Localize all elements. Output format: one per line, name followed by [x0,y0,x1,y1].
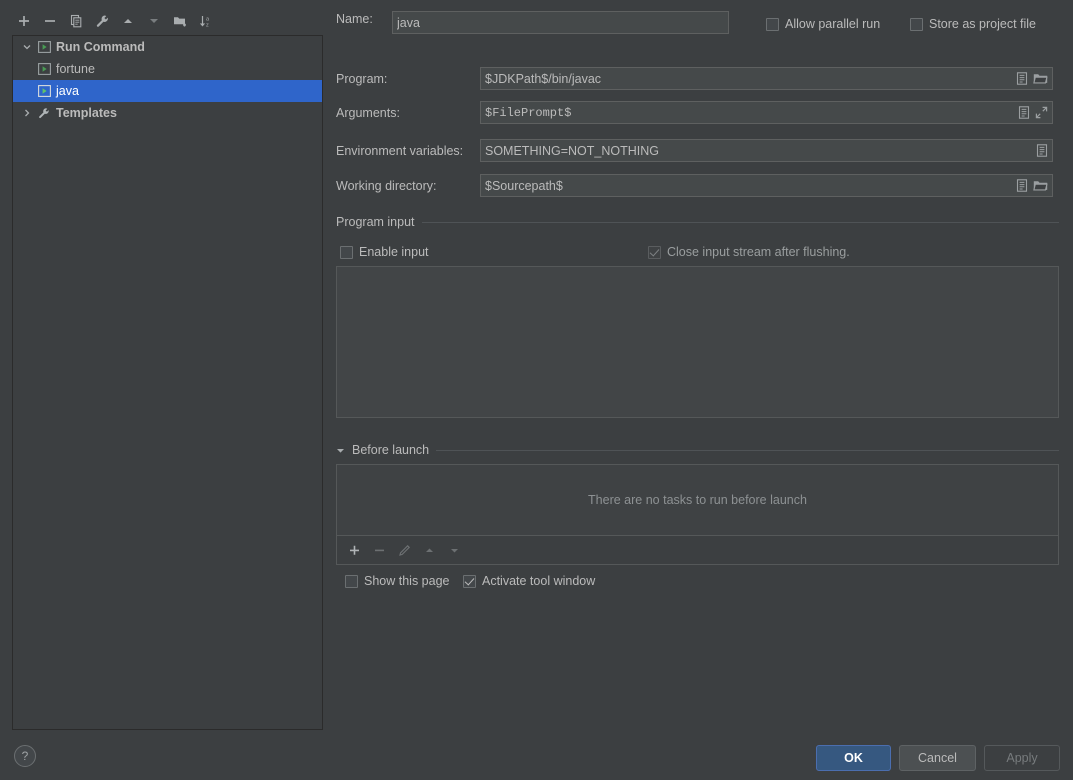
program-input-textarea[interactable] [336,266,1059,418]
program-input-group-title: Program input [336,215,415,229]
environment-variables-input[interactable]: SOMETHING=NOT_NOTHING [480,139,1053,162]
name-input-value: java [397,15,420,30]
sort-alphabetically-icon[interactable]: a z [194,9,218,33]
arguments-label: Arguments: [336,106,400,120]
name-input[interactable]: java [392,11,729,34]
working-directory-input[interactable]: $Sourcepath$ [480,174,1053,197]
move-down-icon[interactable] [142,9,166,33]
insert-macro-icon[interactable] [1036,144,1048,157]
insert-macro-icon[interactable] [1016,72,1028,85]
tree-node-java[interactable]: java [13,80,322,102]
program-row: Program: [336,72,387,86]
enable-input-label: Enable input [359,245,429,259]
checkbox-box[interactable] [463,574,476,588]
working-directory-input-value: $Sourcepath$ [485,178,563,193]
svg-text:z: z [206,22,209,28]
checkbox-box[interactable] [910,17,923,31]
activate-tool-window-checkbox[interactable]: Activate tool window [463,574,595,588]
show-this-page-label: Show this page [364,574,450,588]
program-input[interactable]: $JDKPath$/bin/javac [480,67,1053,90]
apply-button: Apply [984,745,1060,771]
store-as-project-file-label: Store as project file [929,17,1036,31]
checkbox-box[interactable] [340,245,353,259]
move-up-icon[interactable] [116,9,140,33]
store-as-project-file-checkbox[interactable]: Store as project file [910,17,1036,31]
checkbox-box[interactable] [345,574,358,588]
add-task-icon[interactable] [343,539,365,561]
edit-task-icon [393,539,415,561]
tree-node-label: java [56,84,79,98]
before-launch-empty-message: There are no tasks to run before launch [588,493,807,507]
before-launch-group-title: Before launch [352,443,430,457]
tree-node-label: Run Command [56,40,145,54]
program-label: Program: [336,72,388,86]
arguments-row: Arguments: [336,106,400,120]
browse-folder-icon[interactable] [1033,72,1048,85]
checkbox-box[interactable] [766,17,779,31]
triangle-down-icon[interactable] [336,446,345,455]
environment-variables-row: Environment variables: [336,144,463,158]
close-input-stream-checkbox[interactable]: Close input stream after flushing. [648,245,850,259]
run-configuration-icon [35,41,53,53]
edit-templates-icon[interactable] [90,9,114,33]
before-launch-toolbar [336,536,1059,565]
move-task-up-icon [418,539,440,561]
environment-variables-label: Environment variables: [336,144,464,158]
tree-node-templates[interactable]: Templates [13,102,322,124]
browse-folder-icon[interactable] [1033,179,1048,192]
arguments-input[interactable]: $FilePrompt$ [480,101,1053,124]
environment-variables-input-value: SOMETHING=NOT_NOTHING [485,143,659,158]
allow-parallel-run-label: Allow parallel run [785,17,881,31]
move-task-down-icon [443,539,465,561]
chevron-down-icon[interactable] [19,42,35,52]
insert-macro-icon[interactable] [1018,106,1030,119]
name-row: Name: [336,12,373,26]
enable-input-checkbox[interactable]: Enable input [340,245,429,259]
expand-editor-icon[interactable] [1035,106,1048,119]
tree-node-label: fortune [56,62,95,76]
wrench-icon [35,107,53,120]
insert-macro-icon[interactable] [1016,179,1028,192]
chevron-right-icon[interactable] [19,108,35,118]
cancel-button[interactable]: Cancel [899,745,976,771]
activate-tool-window-label: Activate tool window [482,574,596,588]
tree-node-label: Templates [56,106,117,120]
group-divider [436,449,1059,451]
program-input-group-header: Program input [336,215,1059,229]
close-input-stream-label: Close input stream after flushing. [667,245,850,259]
new-folder-icon[interactable] [168,9,192,33]
ok-button[interactable]: OK [816,745,891,771]
working-directory-row: Working directory: [336,179,437,193]
working-directory-label: Working directory: [336,179,437,193]
tree-toolbar: a z [12,8,324,34]
run-configuration-icon [35,63,53,75]
tree-node-fortune[interactable]: fortune [13,58,322,80]
configurations-panel: a z Run Command fortune java Templates ? [0,0,330,780]
add-icon[interactable] [12,9,36,33]
copy-icon[interactable] [64,9,88,33]
before-launch-group-header: Before launch [336,443,1059,457]
run-configurations-tree[interactable]: Run Command fortune java Templates [12,35,323,730]
run-configuration-icon [35,85,53,97]
tree-node-run-command[interactable]: Run Command [13,36,322,58]
checkbox-box[interactable] [648,245,661,259]
group-divider [421,221,1059,223]
show-this-page-checkbox[interactable]: Show this page [345,574,449,588]
help-button[interactable]: ? [14,745,36,767]
arguments-input-value: $FilePrompt$ [485,105,572,120]
name-label: Name: [336,12,373,26]
before-launch-task-list[interactable]: There are no tasks to run before launch [336,464,1059,536]
allow-parallel-run-checkbox[interactable]: Allow parallel run [766,17,880,31]
remove-icon[interactable] [38,9,62,33]
configuration-form: Name: java Allow parallel run Store as p… [330,0,1073,780]
remove-task-icon [368,539,390,561]
program-input-value: $JDKPath$/bin/javac [485,71,602,86]
